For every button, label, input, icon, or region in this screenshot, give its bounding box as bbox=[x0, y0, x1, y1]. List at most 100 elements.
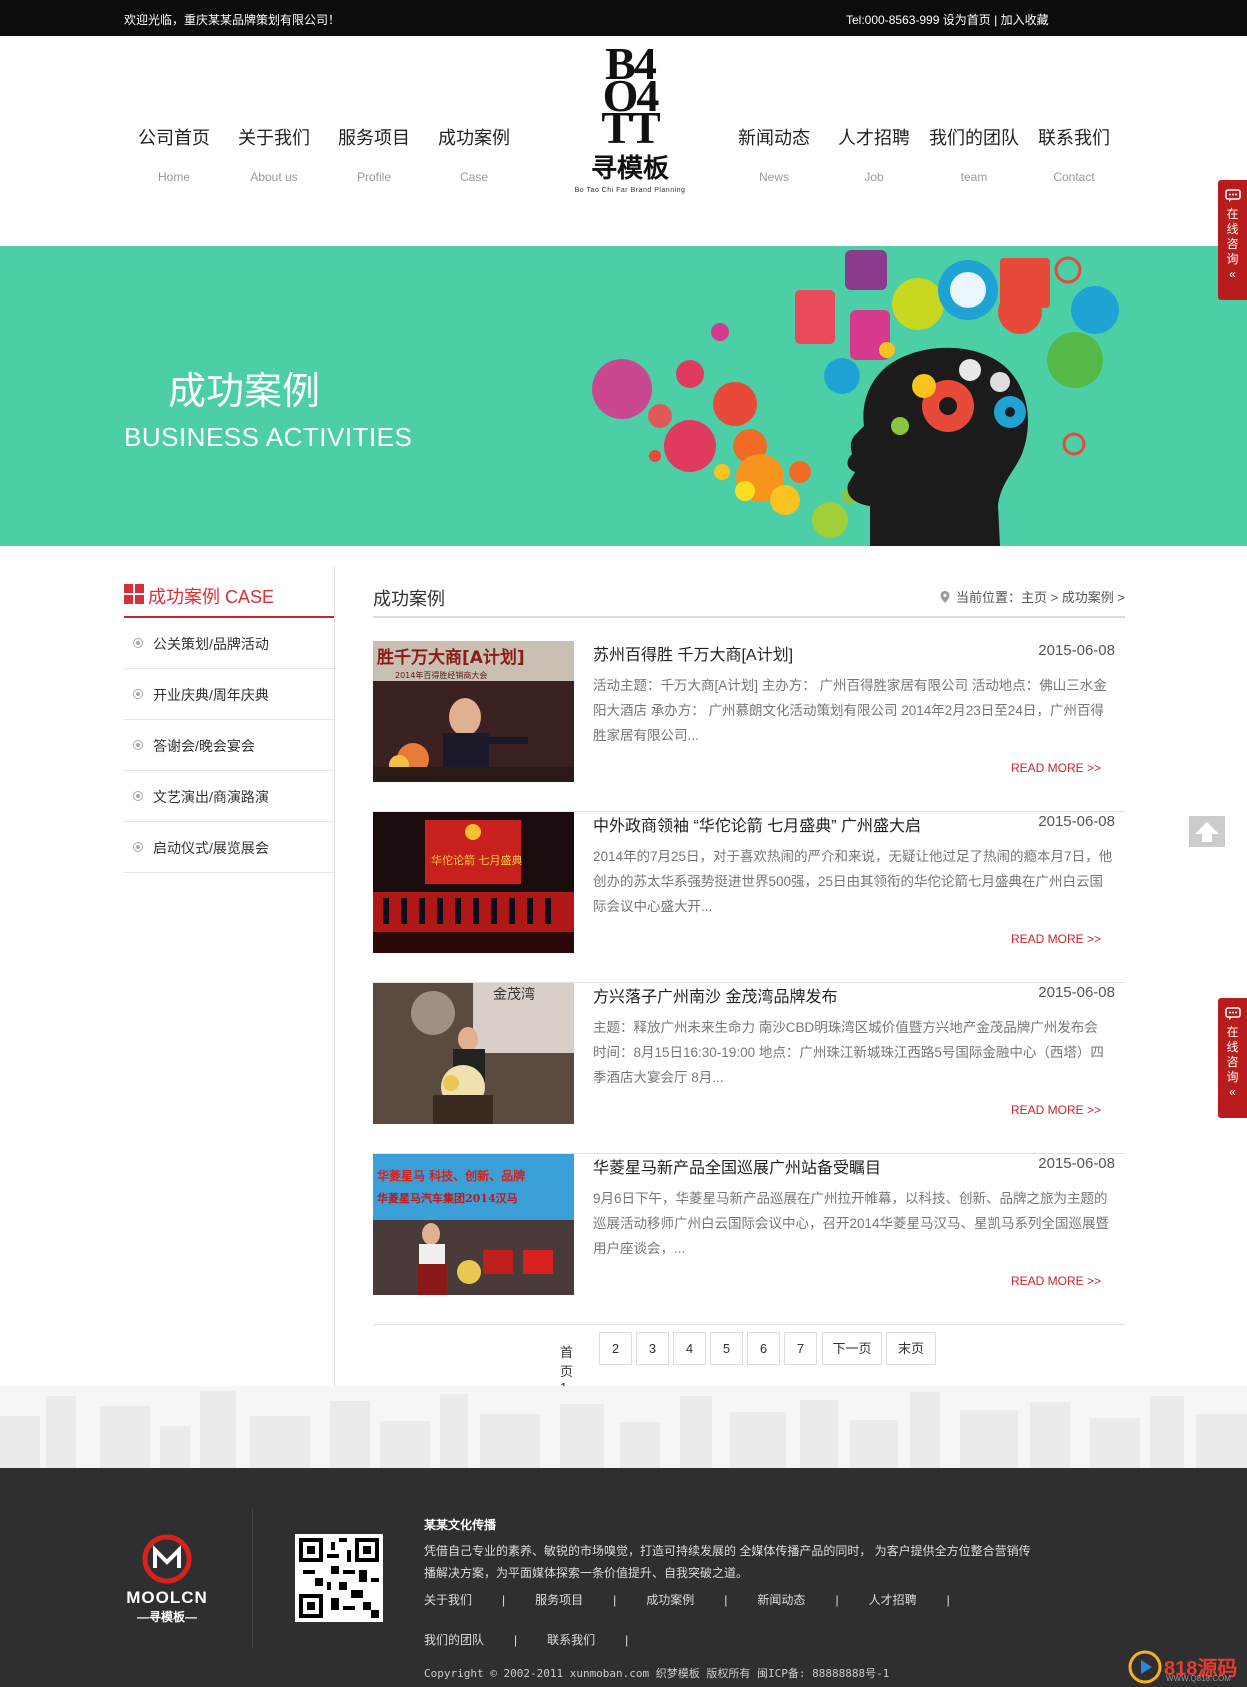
pagination-next[interactable]: 下一页 bbox=[822, 1332, 882, 1365]
nav-about[interactable]: 关于我们 About us bbox=[224, 124, 324, 184]
qr-code-icon bbox=[299, 1538, 379, 1618]
read-more-link[interactable]: READ MORE >> bbox=[1011, 932, 1101, 946]
top-bar: 欢迎光临，重庆某某品牌策划有限公司！ Tel:000-8563-999 设为首页… bbox=[0, 0, 1247, 36]
footer-link-contact[interactable]: 联系我们 bbox=[547, 1630, 595, 1650]
chat-icon bbox=[1224, 1007, 1241, 1020]
sidebar-item-pr[interactable]: 公关策划/品牌活动 bbox=[124, 618, 334, 669]
online-consult-button[interactable]: 在 线 咨 询 « bbox=[1218, 998, 1247, 1118]
sidebar-item-performance[interactable]: 文艺演出/商演路演 bbox=[124, 771, 334, 822]
chevron-left-icon: « bbox=[1229, 267, 1236, 281]
logo-cn-text: 寻模板 bbox=[590, 153, 669, 183]
pagination-page[interactable]: 2 bbox=[599, 1332, 632, 1365]
top-divider: | bbox=[994, 13, 998, 27]
case-title[interactable]: 方兴落子广州南沙 金茂湾品牌发布 bbox=[593, 983, 837, 1007]
case-title[interactable]: 中外政商领袖 “华佗论箭 七月盛典” 广州盛大启 bbox=[593, 812, 921, 836]
back-to-top-button[interactable] bbox=[1189, 816, 1225, 847]
nav-label: 联系我们 bbox=[1038, 128, 1110, 148]
case-description: 2014年的7月25日，对于喜欢热闹的严介和来说，无疑让他过足了热闹的瘾本月7日… bbox=[593, 849, 1113, 914]
case-item: 胜千万大商[A计划] 2014年百得胜经销商大会 苏州百得胜 千万大商[A计划]… bbox=[373, 641, 1125, 812]
grid-icon bbox=[124, 584, 144, 604]
tel-text: Tel:000-8563-999 bbox=[846, 13, 940, 27]
page-title: 成功案例 bbox=[373, 589, 445, 609]
case-description: 主题：释放广州未来生命力 南沙CBD明珠湾区城价值暨方兴地产金茂品牌广州发布会 … bbox=[593, 1020, 1104, 1085]
nav-job[interactable]: 人才招聘 Job bbox=[824, 124, 924, 184]
case-date: 2015-06-08 bbox=[1038, 642, 1115, 659]
sidebar-item-opening[interactable]: 开业庆典/周年庆典 bbox=[124, 669, 334, 720]
case-date: 2015-06-08 bbox=[1038, 813, 1115, 830]
nav-news[interactable]: 新闻动态 News bbox=[724, 124, 824, 184]
welcome-text: 欢迎光临，重庆某某品牌策划有限公司！ bbox=[124, 13, 341, 27]
nav-label: 服务项目 bbox=[338, 128, 410, 148]
footer-logo-mark bbox=[142, 1534, 192, 1584]
sidebar-title: 成功案例 CASE bbox=[148, 587, 275, 607]
case-thumbnail[interactable]: 华佗论箭 七月盛典 bbox=[373, 812, 574, 953]
page-banner: 成功案例 BUSINESS ACTIVITIES bbox=[0, 246, 1247, 546]
sidebar-item-label: 文艺演出/商演路演 bbox=[153, 789, 269, 805]
breadcrumb: 当前位置：主页 > 成功案例 > bbox=[940, 587, 1125, 606]
footer-brand-sub: —寻模板— bbox=[136, 1610, 197, 1624]
watermark-url: WWW.Q818.COM bbox=[1166, 1674, 1231, 1683]
sidebar-item-label: 答谢会/晚会宴会 bbox=[153, 738, 255, 754]
nav-label: 公司首页 bbox=[138, 128, 210, 148]
pagination-page[interactable]: 5 bbox=[710, 1332, 743, 1365]
read-more-link[interactable]: READ MORE >> bbox=[1011, 1103, 1101, 1117]
sidebar-item-gala[interactable]: 答谢会/晚会宴会 bbox=[124, 720, 334, 771]
footer-link-news[interactable]: 新闻动态 bbox=[757, 1590, 805, 1610]
footer-intro: 凭借自己专业的素养、敏锐的市场嗅觉，打造可持续发展的 全媒体传播产品的同时， 为… bbox=[424, 1544, 1031, 1580]
nav-label: 成功案例 bbox=[438, 128, 510, 148]
logo-mark: B4 O4 TT bbox=[601, 38, 660, 153]
case-title[interactable]: 苏州百得胜 千万大商[A计划] bbox=[593, 641, 793, 665]
nav-label: 关于我们 bbox=[238, 128, 310, 148]
online-consult-button[interactable]: 在 线 咨 询 « bbox=[1218, 180, 1247, 300]
bullet-icon bbox=[133, 791, 143, 801]
footer: MOOLCN —寻模板— 某某文化传播 凭借自己专业的素养、敏锐的市场嗅觉，打造… bbox=[0, 1468, 1247, 1687]
footer-link-team[interactable]: 我们的团队 bbox=[424, 1630, 484, 1650]
case-photo: 华佗论箭 七月盛典 bbox=[373, 812, 574, 953]
case-photo: 华菱星马 科技、创新、品牌 华菱星马汽车集团2014汉马 bbox=[373, 1154, 574, 1295]
bullet-icon bbox=[133, 638, 143, 648]
footer-link-cases[interactable]: 成功案例 bbox=[646, 1590, 694, 1610]
svg-text:胜千万大商[A计划]: 胜千万大商[A计划] bbox=[377, 647, 525, 668]
nav-home[interactable]: 公司首页 Home bbox=[124, 124, 224, 184]
logo-en-text: Bo Tao Chi Far Brand Planning bbox=[574, 187, 686, 194]
read-more-link[interactable]: READ MORE >> bbox=[1011, 761, 1101, 775]
case-thumbnail[interactable]: 金茂湾 bbox=[373, 983, 574, 1124]
sidebar-item-label: 启动仪式/展览展会 bbox=[153, 840, 269, 856]
read-more-link[interactable]: READ MORE >> bbox=[1011, 1274, 1101, 1288]
site-logo[interactable]: B4 O4 TT 寻模板 Bo Tao Chi Far Brand Planni… bbox=[560, 38, 700, 218]
pagination-page[interactable]: 7 bbox=[784, 1332, 817, 1365]
case-title[interactable]: 华菱星马新产品全国巡展广州站备受瞩目 bbox=[593, 1154, 881, 1178]
svg-text:华佗论箭 七月盛典: 华佗论箭 七月盛典 bbox=[431, 853, 523, 867]
header: 公司首页 Home 关于我们 About us 服务项目 Profile 成功案… bbox=[0, 36, 1247, 246]
nav-label: 人才招聘 bbox=[838, 128, 910, 148]
breadcrumb-text[interactable]: 当前位置：主页 > 成功案例 > bbox=[956, 590, 1125, 605]
footer-links: 关于我们 | 服务项目 | 成功案例 | 新闻动态 | 人才招聘 | 我们的团队 | 联系我们 | bbox=[424, 1590, 1044, 1670]
bullet-icon bbox=[133, 689, 143, 699]
pagination-page[interactable]: 4 bbox=[673, 1332, 706, 1365]
case-item: 华佗论箭 七月盛典 中外政商领袖 “华佗论箭 七月盛典” 广州盛大启 2015-… bbox=[373, 812, 1125, 983]
case-thumbnail[interactable]: 华菱星马 科技、创新、品牌 华菱星马汽车集团2014汉马 bbox=[373, 1154, 574, 1295]
case-thumbnail[interactable]: 胜千万大商[A计划] 2014年百得胜经销商大会 bbox=[373, 641, 574, 782]
case-item: 金茂湾 方兴落子广州南沙 金茂湾品牌发布 2015-06-08 主题：释放广州未… bbox=[373, 983, 1125, 1154]
footer-link-services[interactable]: 服务项目 bbox=[535, 1590, 583, 1610]
case-photo: 胜千万大商[A计划] 2014年百得胜经销商大会 bbox=[373, 641, 574, 782]
nav-sublabel: Profile bbox=[356, 170, 391, 184]
footer-link-about[interactable]: 关于我们 bbox=[424, 1590, 472, 1610]
footer-link-jobs[interactable]: 人才招聘 bbox=[869, 1590, 917, 1610]
nav-case[interactable]: 成功案例 Case bbox=[424, 124, 524, 184]
pagination-page[interactable]: 3 bbox=[636, 1332, 669, 1365]
add-favorite-link[interactable]: 加入收藏 bbox=[1001, 13, 1049, 27]
pagination-last[interactable]: 末页 bbox=[886, 1332, 936, 1365]
footer-logo[interactable]: MOOLCN —寻模板— bbox=[122, 1534, 212, 1634]
case-item: 华菱星马 科技、创新、品牌 华菱星马汽车集团2014汉马 华菱星马新产品全国巡展… bbox=[373, 1154, 1125, 1325]
column-divider bbox=[334, 566, 335, 1386]
nav-team[interactable]: 我们的团队 team bbox=[924, 124, 1024, 184]
set-home-link[interactable]: 设为首页 bbox=[943, 13, 991, 27]
pagination-page[interactable]: 6 bbox=[747, 1332, 780, 1365]
nav-contact[interactable]: 联系我们 Contact bbox=[1024, 124, 1124, 184]
watermark: 818源码 WWW.Q818.COM bbox=[1128, 1650, 1238, 1684]
sidebar-item-launch[interactable]: 启动仪式/展览展会 bbox=[124, 822, 334, 873]
nav-profile[interactable]: 服务项目 Profile bbox=[324, 124, 424, 184]
play-icon bbox=[1128, 1650, 1162, 1684]
qr-code bbox=[295, 1534, 383, 1622]
